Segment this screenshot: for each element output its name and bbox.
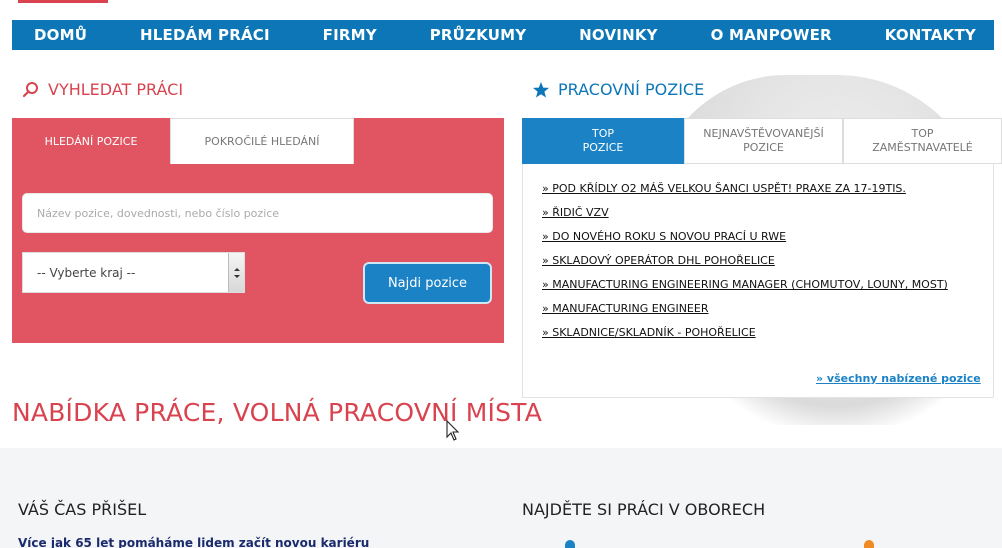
job-list: » POD KŘÍDLY O2 MÁŠ VELKOU ŠANCI USPĚT! …	[542, 180, 992, 348]
category-icon	[864, 540, 874, 548]
tab-label-line1: TOP	[911, 127, 934, 140]
nav-item-surveys[interactable]: PRŮZKUMY	[430, 26, 527, 44]
region-select-value: -- Vyberte kraj --	[37, 265, 136, 280]
job-link[interactable]: » SKLADOVÝ OPERÁTOR DHL POHOŘELICE	[542, 252, 992, 269]
mouse-cursor-icon	[446, 419, 460, 442]
search-section-heading: VYHLEDAT PRÁCI	[22, 80, 183, 99]
job-link[interactable]: » ŘIDIČ VZV	[542, 204, 992, 221]
tab-label-line2: ZAMĚSTNAVATELÉ	[872, 141, 973, 154]
search-input[interactable]: Název pozice, dovednosti, nebo číslo poz…	[22, 193, 493, 233]
find-positions-button[interactable]: Najdi pozice	[363, 262, 492, 304]
job-link[interactable]: » MANUFACTURING ENGINEER	[542, 300, 992, 317]
your-time-heading: VÁŠ ČAS PŘIŠEL	[18, 500, 147, 519]
tab-advanced-search[interactable]: POKROČILÉ HLEDÁNÍ	[170, 118, 354, 164]
tab-label-line1: NEJNAVŠTĚVOVANĚJŠÍ	[703, 127, 824, 140]
tab-top-employers[interactable]: TOP ZAMĚSTNAVATELÉ	[843, 118, 1002, 164]
tab-position-search[interactable]: HLEDÁNÍ POZICE	[12, 118, 170, 164]
tab-label-line2: POZICE	[582, 141, 624, 154]
positions-tabs: TOP POZICE NEJNAVŠTĚVOVANĚJŠÍ POZICE TOP ZA…	[522, 118, 1002, 164]
region-select[interactable]: -- Vyberte kraj --	[22, 252, 245, 293]
job-link[interactable]: » SKLADNICE/SKLADNÍK - POHOŘELICE	[542, 324, 992, 341]
all-positions-link[interactable]: » všechny nabízené pozice	[816, 372, 981, 385]
top-accent-bar	[18, 0, 108, 3]
nav-item-home[interactable]: DOMŮ	[34, 26, 87, 44]
nav-item-about[interactable]: O MANPOWER	[711, 26, 832, 44]
job-link[interactable]: » DO NOVÉHO ROKU S NOVOU PRACÍ U RWE	[542, 228, 992, 245]
job-link[interactable]: » POD KŘÍDLY O2 MÁŠ VELKOU ŠANCI USPĚT! …	[542, 180, 992, 197]
tab-top-positions[interactable]: TOP POZICE	[522, 118, 684, 164]
main-nav: DOMŮ HLEDÁM PRÁCI FIRMY PRŮZKUMY NOVINKY…	[12, 20, 994, 50]
search-heading-label: VYHLEDAT PRÁCI	[48, 80, 184, 99]
nav-item-contacts[interactable]: KONTAKTY	[885, 26, 976, 44]
positions-heading-label: PRACOVNÍ POZICE	[558, 80, 705, 99]
fields-heading: NAJDĚTE SI PRÁCI V OBORECH	[522, 500, 766, 519]
search-icon	[22, 81, 40, 99]
category-icon	[565, 540, 575, 548]
nav-item-job-search[interactable]: HLEDÁM PRÁCI	[140, 26, 270, 44]
search-tabs: HLEDÁNÍ POZICE POKROČILÉ HLEDÁNÍ	[12, 118, 354, 164]
job-link[interactable]: » MANUFACTURING ENGINEERING MANAGER (CHO…	[542, 276, 978, 293]
tab-most-visited-positions[interactable]: NEJNAVŠTĚVOVANĚJŠÍ POZICE	[684, 118, 843, 164]
career-blurb: Více jak 65 let pomáháme lidem začít nov…	[18, 536, 370, 548]
tab-label-line2: POZICE	[743, 141, 784, 154]
nav-item-companies[interactable]: FIRMY	[323, 26, 377, 44]
tab-label-line1: TOP	[591, 127, 614, 140]
star-icon	[532, 81, 550, 99]
positions-section-heading: PRACOVNÍ POZICE	[532, 80, 704, 99]
page-title: NABÍDKA PRÁCE, VOLNÁ PRACOVNÍ MÍSTA	[12, 398, 542, 427]
dropdown-arrow-icon[interactable]	[228, 253, 244, 292]
nav-item-news[interactable]: NOVINKY	[579, 26, 658, 44]
bottom-section	[0, 448, 1002, 548]
